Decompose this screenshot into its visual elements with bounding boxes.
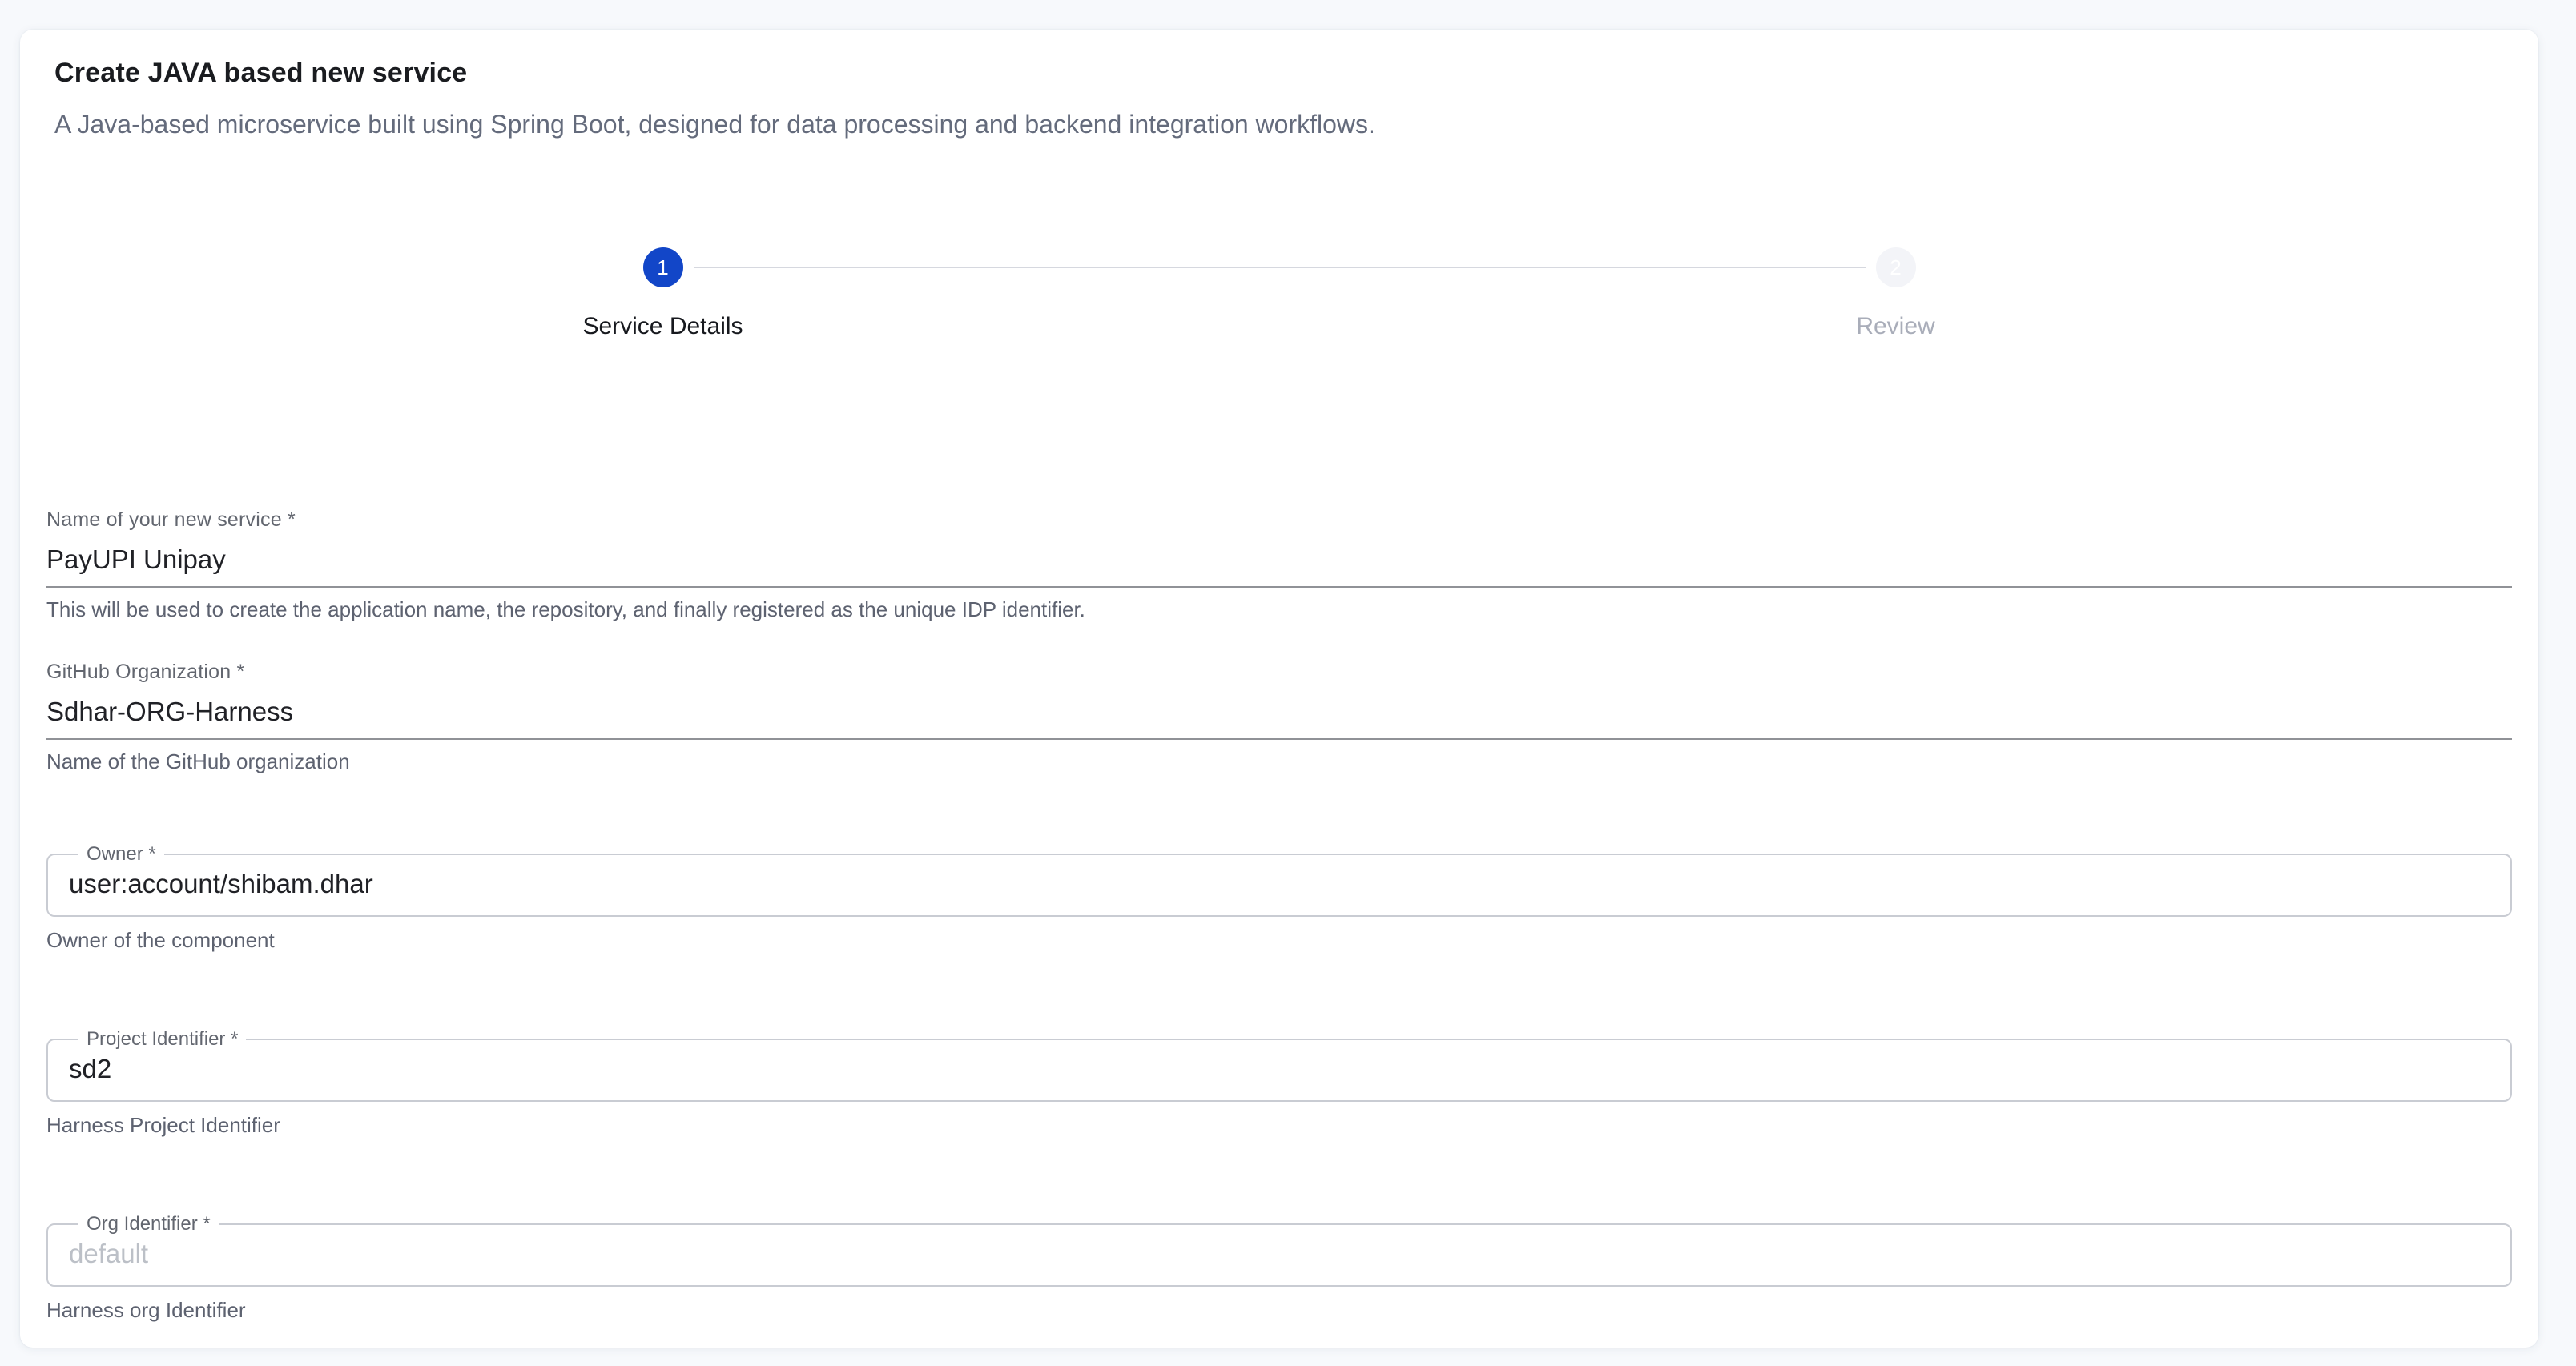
field-service-name: Name of your new service * This will be … bbox=[46, 508, 2512, 622]
owner-input[interactable] bbox=[69, 864, 2489, 915]
step-2-circle: 2 bbox=[1876, 247, 1916, 287]
field-owner: Owner * Owner of the component bbox=[46, 845, 2512, 953]
field-github-organization: GitHub Organization * Name of the GitHub… bbox=[46, 661, 2512, 774]
service-name-label: Name of your new service * bbox=[46, 508, 2512, 532]
github-organization-helper: Name of the GitHub organization bbox=[46, 749, 2512, 774]
page-title: Create JAVA based new service bbox=[54, 58, 2512, 89]
owner-label: Owner * bbox=[78, 845, 164, 864]
owner-helper: Owner of the component bbox=[46, 928, 2512, 953]
field-project-identifier: Project Identifier * Harness Project Ide… bbox=[46, 1030, 2512, 1138]
project-identifier-input[interactable] bbox=[69, 1049, 2489, 1100]
project-identifier-label: Project Identifier * bbox=[78, 1030, 246, 1049]
step-2-label: Review bbox=[1856, 313, 1934, 340]
service-name-input[interactable] bbox=[46, 536, 2512, 588]
stepper: 1 Service Details 2 Review bbox=[46, 247, 2512, 340]
project-identifier-helper: Harness Project Identifier bbox=[46, 1113, 2512, 1138]
org-identifier-helper: Harness org Identifier bbox=[46, 1298, 2512, 1323]
org-identifier-input-box: Org Identifier * bbox=[46, 1215, 2512, 1287]
service-details-form: Name of your new service * This will be … bbox=[46, 508, 2512, 1323]
stepper-connector-line bbox=[694, 267, 1866, 268]
owner-input-box: Owner * bbox=[46, 845, 2512, 917]
field-org-identifier: Org Identifier * Harness org Identifier bbox=[46, 1215, 2512, 1323]
org-identifier-input[interactable] bbox=[69, 1234, 2489, 1285]
step-review: 2 Review bbox=[1279, 247, 2512, 340]
github-organization-label: GitHub Organization * bbox=[46, 661, 2512, 684]
step-1-label: Service Details bbox=[582, 313, 743, 340]
service-name-helper: This will be used to create the applicat… bbox=[46, 597, 2512, 622]
project-identifier-input-box: Project Identifier * bbox=[46, 1030, 2512, 1102]
create-service-card: Create JAVA based new service A Java-bas… bbox=[20, 30, 2538, 1348]
step-service-details: 1 Service Details bbox=[46, 247, 1279, 340]
org-identifier-label: Org Identifier * bbox=[78, 1215, 219, 1234]
page-description: A Java-based microservice built using Sp… bbox=[54, 110, 2512, 139]
github-organization-input[interactable] bbox=[46, 689, 2512, 740]
step-1-circle: 1 bbox=[643, 247, 683, 287]
